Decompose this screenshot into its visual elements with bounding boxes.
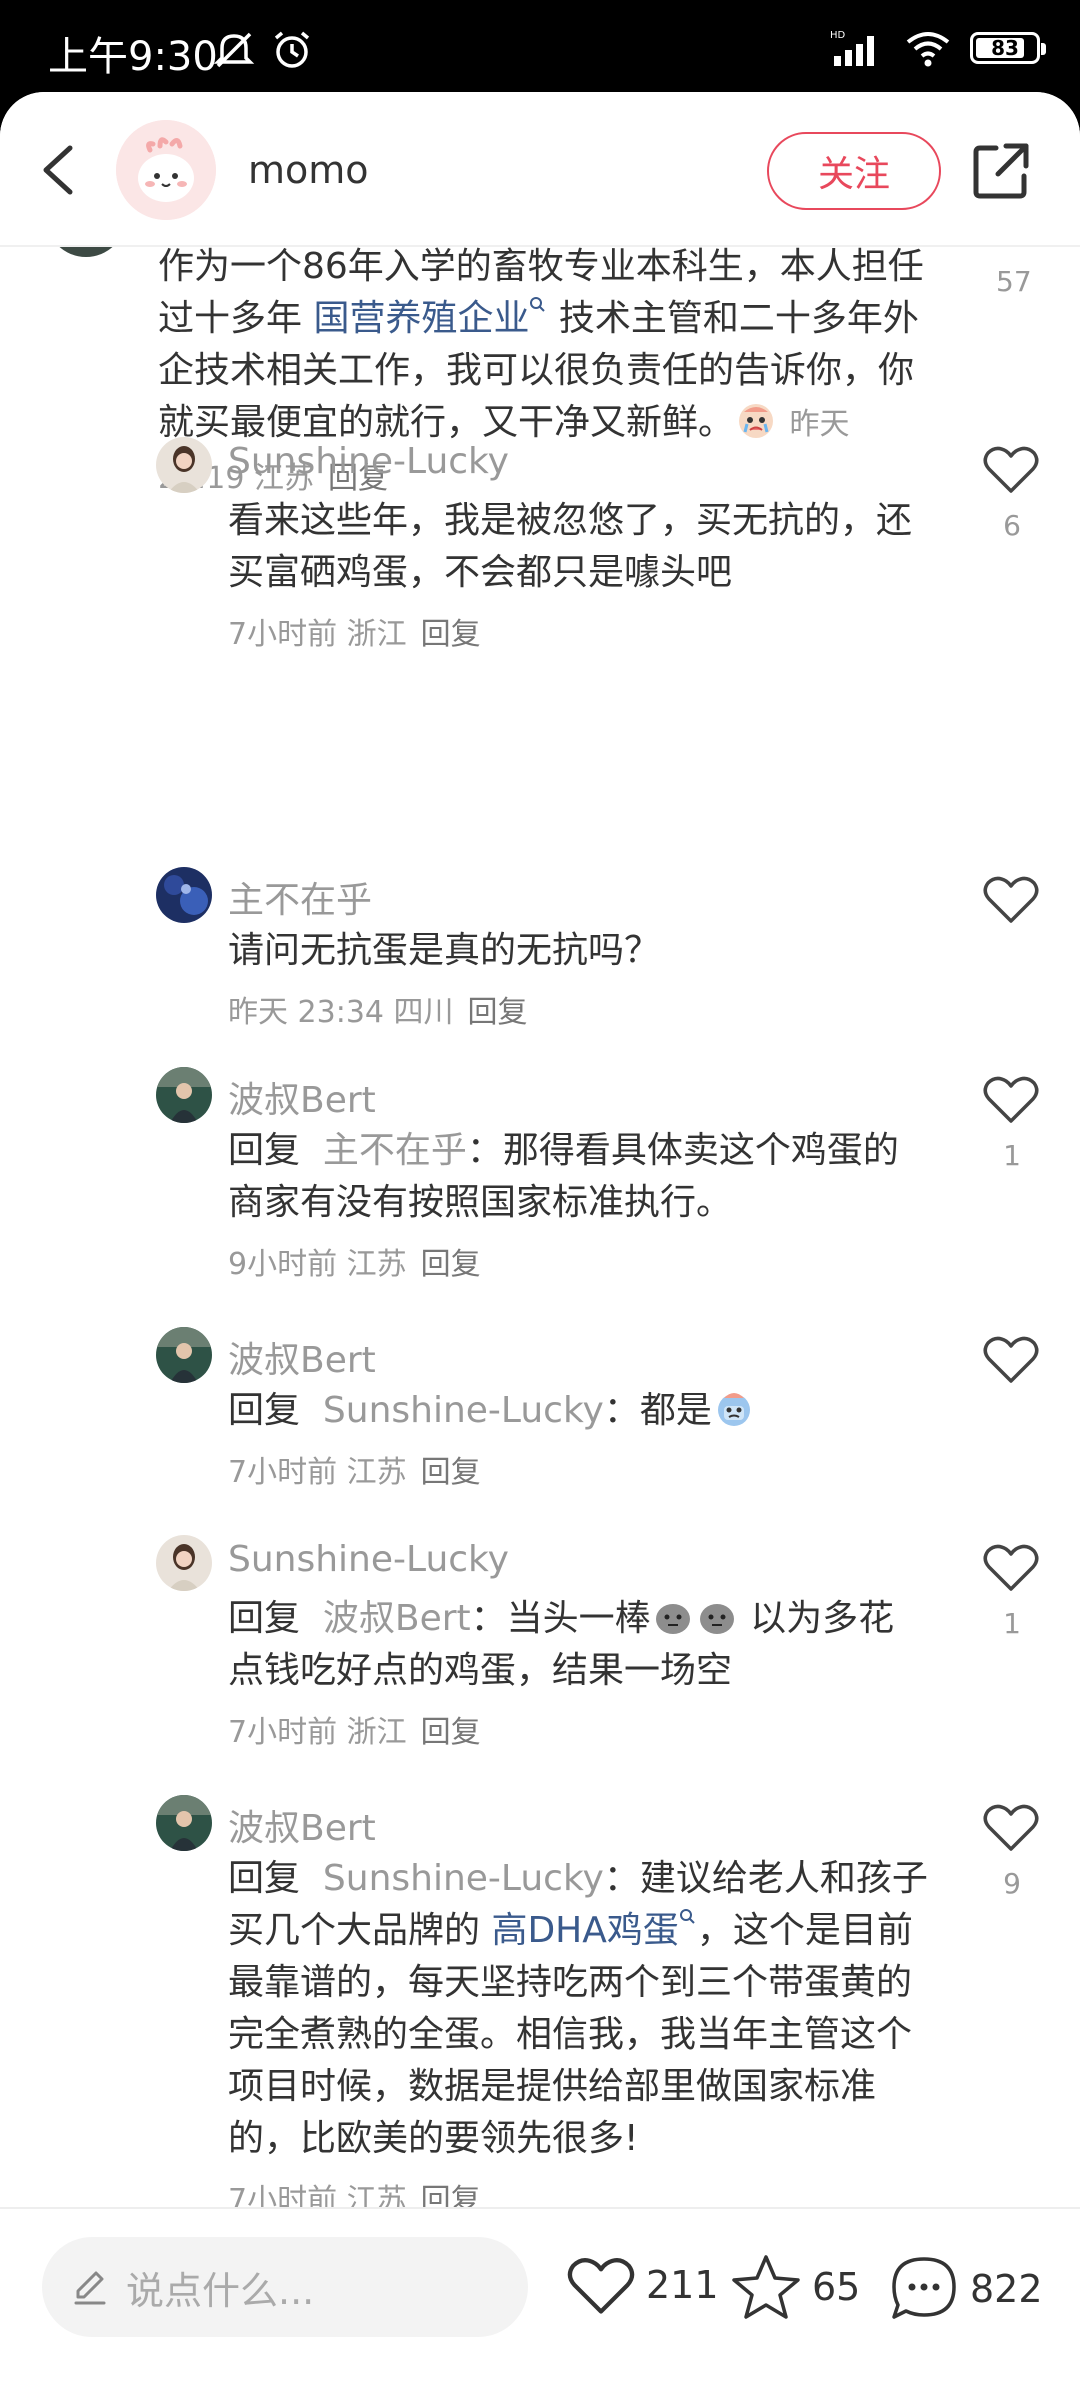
sweat-emoji-icon	[717, 1393, 750, 1426]
topic-link[interactable]: 高DHA鸡蛋	[491, 1909, 696, 1951]
header-username[interactable]: momo	[248, 148, 369, 192]
cry-emoji-icon	[739, 404, 774, 438]
mute-icon	[213, 32, 255, 68]
header: momo 关注	[0, 92, 1080, 247]
like-count: 1	[1003, 1139, 1021, 1172]
reply-button[interactable]: 回复	[421, 1455, 481, 1490]
star-icon	[732, 2255, 800, 2319]
top-comment-avatar[interactable]	[46, 247, 126, 257]
status-time: 上午9:30	[48, 34, 218, 80]
like-button[interactable]: 211	[566, 2253, 719, 2317]
like-count: 9	[1003, 1867, 1021, 1900]
battery-icon: 83	[970, 32, 1046, 64]
signal-icon: HD	[830, 30, 874, 66]
like-count: 6	[1003, 509, 1021, 542]
heart-icon[interactable]	[982, 1541, 1040, 1593]
heart-icon[interactable]	[982, 1073, 1040, 1125]
alarm-icon	[274, 31, 310, 68]
reply-button[interactable]: 回复	[421, 617, 481, 652]
reply-button[interactable]: 回复	[421, 1247, 481, 1282]
comment-input-placeholder: 说点什么...	[126, 2268, 315, 2313]
back-icon[interactable]	[34, 142, 84, 198]
mention-user[interactable]: Sunshine-Lucky	[323, 1390, 604, 1431]
mention-user[interactable]: Sunshine-Lucky	[323, 1858, 604, 1899]
topic-link[interactable]: 国营养殖企业	[313, 297, 547, 339]
heart-icon[interactable]	[982, 873, 1040, 925]
reply-button[interactable]: 回复	[421, 2183, 481, 2207]
reply-button[interactable]: 回复	[421, 1715, 481, 1750]
search-icon	[679, 1909, 695, 1924]
avatar[interactable]	[156, 1067, 212, 1123]
search-icon	[530, 297, 546, 312]
comments-list[interactable]: 作为一个86年入学的畜牧专业本科生，本人担任过十多年 国营养殖企业 技术主管和二…	[0, 247, 1080, 2207]
avatar[interactable]	[116, 120, 216, 220]
share-icon[interactable]	[970, 140, 1032, 202]
bottom-action-bar: 说点什么... 211 65 822	[0, 2207, 1080, 2377]
reply-button[interactable]: 回复	[468, 995, 528, 1030]
follow-button[interactable]: 关注	[767, 132, 941, 210]
like-count: 57	[996, 265, 1032, 298]
avatar-image	[116, 120, 216, 220]
reply-username[interactable]: Sunshine-Lucky	[228, 441, 509, 482]
rock-emoji-icon	[655, 1604, 690, 1634]
reply-username[interactable]: Sunshine-Lucky	[228, 1539, 509, 1580]
mention-user[interactable]: 波叔Bert	[323, 1598, 471, 1639]
pen-icon	[74, 2271, 106, 2305]
hd-label: HD	[830, 30, 846, 41]
reply-text: 回复 Sunshine-Lucky：建议给老人和孩子买几个大品牌的 高DHA鸡蛋…	[228, 1858, 928, 2159]
wifi-icon	[906, 32, 950, 67]
stars-count: 65	[812, 2265, 861, 2309]
reply-item: 波叔Bert 回复 Sunshine-Lucky：建议给老人和孩子买几个大品牌的…	[0, 1795, 1080, 2207]
comments-count: 822	[970, 2267, 1043, 2311]
system-navigation-bar	[0, 2377, 1080, 2400]
reply-username[interactable]: 主不在乎	[228, 871, 372, 923]
heart-icon[interactable]	[982, 443, 1040, 495]
heart-icon[interactable]	[982, 1333, 1040, 1385]
mention-user[interactable]: 主不在乎	[323, 1130, 467, 1171]
reply-item: 波叔Bert 回复 Sunshine-Lucky：都是 7小时前 江苏 回复	[0, 1327, 1080, 1497]
avatar[interactable]	[156, 1327, 212, 1383]
reply-item: Sunshine-Lucky 看来这些年，我是被忽悠了，买无抗的，还买富硒鸡蛋，…	[0, 437, 1080, 667]
avatar[interactable]	[156, 867, 212, 923]
battery-level: 83	[991, 36, 1019, 60]
reply-text: 回复 波叔Bert：当头一棒 以为多花点钱吃好点的鸡蛋，结果一场空	[228, 1598, 895, 1691]
rock-emoji-icon	[699, 1604, 734, 1634]
avatar[interactable]	[156, 437, 212, 493]
comment-input[interactable]: 说点什么...	[42, 2237, 528, 2337]
reply-text: 请问无抗蛋是真的无抗吗？	[228, 930, 661, 971]
comment-button[interactable]: 822	[888, 2253, 1043, 2325]
reply-username[interactable]: 波叔Bert	[228, 1331, 376, 1383]
like-count: 1	[1003, 1607, 1021, 1640]
avatar[interactable]	[156, 1535, 212, 1591]
heart-icon[interactable]	[982, 1801, 1040, 1853]
app-sheet: momo 关注 作为一个86年入学的畜牧专业本科生，本人担任过十多年 国营养殖企…	[0, 92, 1080, 2400]
reply-text: 回复 主不在乎：那得看具体卖这个鸡蛋的商家有没有按照国家标准执行。	[228, 1130, 899, 1223]
reply-text: 回复 Sunshine-Lucky：都是	[228, 1385, 928, 1437]
heart-icon	[567, 2258, 635, 2314]
comment-bubble-icon	[892, 2257, 956, 2319]
reply-username[interactable]: 波叔Bert	[228, 1799, 376, 1851]
likes-count: 211	[646, 2263, 719, 2307]
avatar[interactable]	[156, 1795, 212, 1851]
reply-text: 看来这些年，我是被忽悠了，买无抗的，还买富硒鸡蛋，不会都只是噱头吧	[228, 500, 913, 593]
reply-item: 波叔Bert 回复 主不在乎：那得看具体卖这个鸡蛋的商家有没有按照国家标准执行。…	[0, 1067, 1080, 1297]
reply-item: 主不在乎 请问无抗蛋是真的无抗吗？ 昨天 23:34 四川 回复	[0, 867, 1080, 1037]
reply-username[interactable]: 波叔Bert	[228, 1071, 376, 1123]
reply-item: Sunshine-Lucky 回复 波叔Bert：当头一棒 以为多花点钱吃好点的…	[0, 1535, 1080, 1765]
collect-button[interactable]: 65	[730, 2253, 860, 2321]
